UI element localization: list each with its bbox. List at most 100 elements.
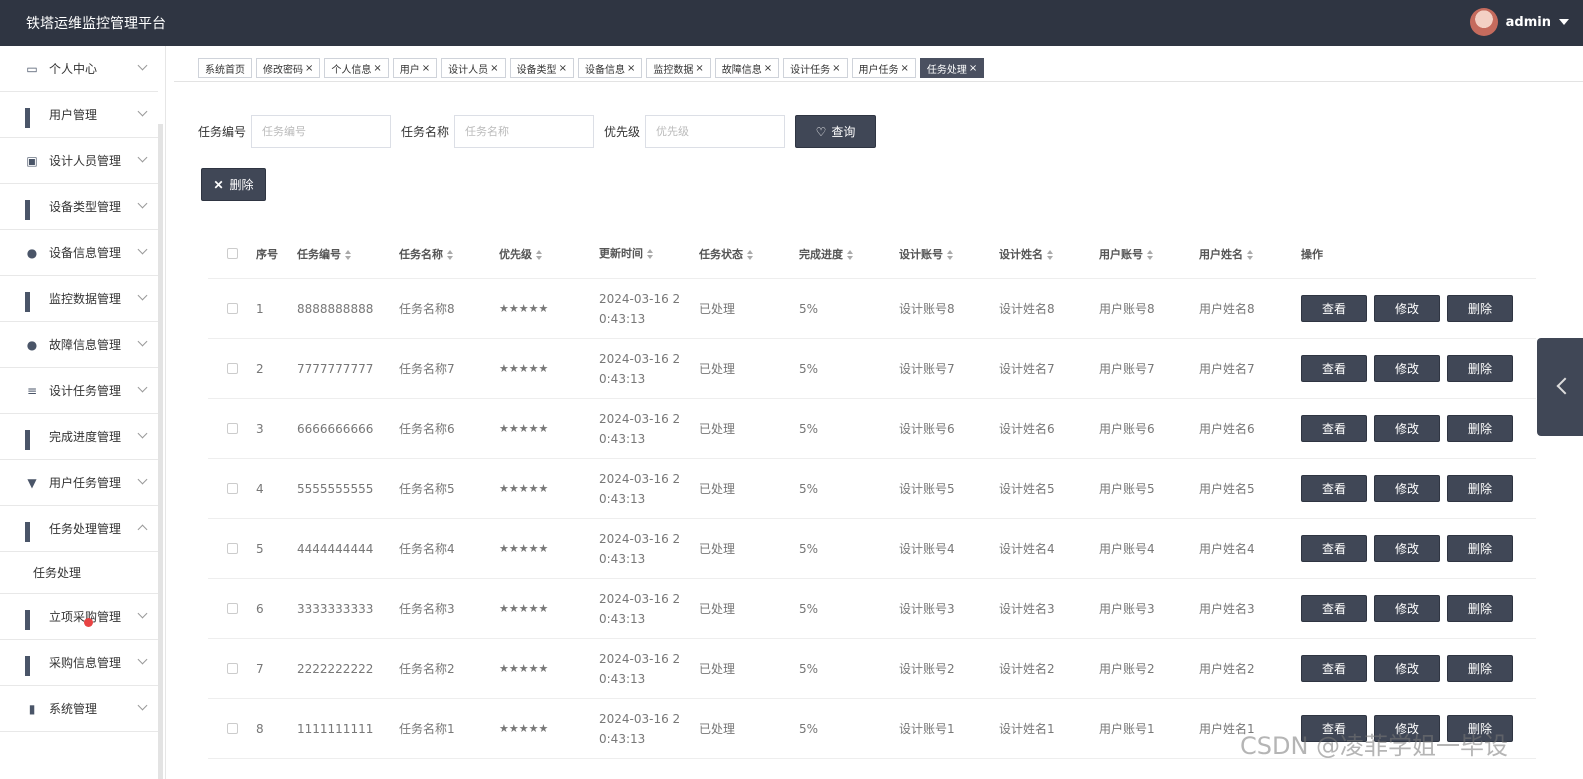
header-priority[interactable]: 优先级 — [499, 246, 599, 262]
tab[interactable]: 任务处理 × — [919, 58, 985, 78]
sort-icon[interactable] — [647, 248, 655, 259]
delete-button[interactable]: 删除 — [1447, 415, 1513, 442]
edit-button[interactable]: 修改 — [1374, 475, 1440, 502]
sort-icon[interactable] — [1147, 249, 1155, 260]
view-button[interactable]: 查看 — [1301, 595, 1367, 622]
row-checkbox[interactable] — [226, 543, 238, 554]
sidebar-item[interactable]: ● 设备信息管理 — [0, 230, 158, 276]
user-menu[interactable]: admin — [1469, 8, 1569, 36]
row-checkbox[interactable] — [226, 723, 238, 734]
edit-button[interactable]: 修改 — [1374, 355, 1440, 382]
tab[interactable]: 设计任务 × — [783, 58, 848, 78]
sort-icon[interactable] — [747, 249, 755, 260]
sidebar-subitem-task-processing[interactable]: 任务处理 — [0, 552, 158, 594]
close-icon[interactable]: × — [627, 63, 635, 74]
close-icon[interactable]: × — [559, 63, 567, 74]
header-user-account[interactable]: 用户账号 — [1099, 246, 1199, 262]
sort-icon[interactable] — [947, 249, 955, 260]
query-button[interactable]: ♡ 查询 — [795, 115, 877, 148]
header-progress[interactable]: 完成进度 — [799, 246, 899, 262]
close-icon[interactable]: × — [901, 63, 909, 74]
delete-button[interactable]: 删除 — [1447, 295, 1513, 322]
sidebar-item[interactable]: ▼ 用户任务管理 — [0, 460, 158, 506]
username[interactable]: admin — [1506, 15, 1551, 30]
delete-button[interactable]: 删除 — [1447, 655, 1513, 682]
sidebar-item[interactable]: 用户管理 — [0, 92, 158, 138]
sidebar-item[interactable]: 设备类型管理 — [0, 184, 158, 230]
tab[interactable]: 监控数据 × — [646, 58, 711, 78]
edit-button[interactable]: 修改 — [1374, 295, 1440, 322]
task-code-input[interactable] — [251, 115, 392, 148]
delete-button[interactable]: 删除 — [1447, 595, 1513, 622]
sidebar-item[interactable]: ▭ 个人中心 — [0, 46, 158, 92]
row-checkbox[interactable] — [226, 663, 238, 674]
tab[interactable]: 系统首页 — [198, 58, 252, 78]
tab[interactable]: 设备类型 × — [509, 58, 574, 78]
sidebar-item[interactable]: 采购信息管理 — [0, 640, 158, 686]
priority-input[interactable] — [645, 115, 786, 148]
header-task-code[interactable]: 任务编号 — [297, 246, 399, 262]
sort-icon[interactable] — [345, 249, 353, 260]
select-all-checkbox[interactable] — [226, 248, 238, 259]
close-icon[interactable]: × — [373, 63, 381, 74]
delete-button[interactable]: 删除 — [1447, 355, 1513, 382]
row-checkbox[interactable] — [226, 363, 238, 374]
sort-icon[interactable] — [847, 249, 855, 260]
close-icon[interactable]: × — [305, 63, 313, 74]
row-checkbox[interactable] — [226, 423, 238, 434]
tab[interactable]: 个人信息 × — [324, 58, 389, 78]
sidebar-item[interactable]: 完成进度管理 — [0, 414, 158, 460]
header-design-name[interactable]: 设计姓名 — [999, 246, 1099, 262]
close-icon[interactable]: × — [695, 63, 703, 74]
batch-delete-button[interactable]: ✕ 删除 — [201, 168, 266, 201]
tab[interactable]: 用户任务 × — [851, 58, 916, 78]
header-status[interactable]: 任务状态 — [699, 246, 799, 262]
close-icon[interactable]: × — [832, 63, 840, 74]
edit-button[interactable]: 修改 — [1374, 415, 1440, 442]
close-icon[interactable]: × — [490, 63, 498, 74]
sidebar-item[interactable]: 立项采购管理 — [0, 594, 158, 640]
view-button[interactable]: 查看 — [1301, 535, 1367, 562]
sidebar-item[interactable]: 任务处理管理 — [0, 506, 158, 552]
edit-button[interactable]: 修改 — [1374, 535, 1440, 562]
close-icon[interactable]: × — [764, 63, 772, 74]
header-user-name[interactable]: 用户姓名 — [1199, 246, 1299, 262]
row-checkbox[interactable] — [226, 483, 238, 494]
header-task-name[interactable]: 任务名称 — [399, 246, 499, 262]
edit-button[interactable]: 修改 — [1374, 655, 1440, 682]
sidebar-item[interactable]: ▮ 系统管理 — [0, 686, 158, 732]
sidebar-item[interactable]: ≡ 设计任务管理 — [0, 368, 158, 414]
view-button[interactable]: 查看 — [1301, 475, 1367, 502]
sidebar-item[interactable]: 监控数据管理 — [0, 276, 158, 322]
header-update-time[interactable]: 更新时间 — [599, 244, 699, 264]
tab[interactable]: 故障信息 × — [714, 58, 780, 78]
tab[interactable]: 设备信息 × — [577, 58, 643, 78]
cell-task-name: 任务名称2 — [399, 662, 455, 676]
row-checkbox[interactable] — [226, 303, 238, 314]
close-icon[interactable]: × — [422, 63, 430, 74]
close-icon[interactable]: × — [969, 63, 977, 74]
sort-icon[interactable] — [1247, 249, 1255, 260]
view-button[interactable]: 查看 — [1301, 295, 1367, 322]
sidebar-scrollbar[interactable] — [158, 124, 163, 779]
view-button[interactable]: 查看 — [1301, 415, 1367, 442]
collapse-panel-button[interactable] — [1537, 338, 1583, 436]
delete-button[interactable]: 删除 — [1447, 535, 1513, 562]
caret-down-icon[interactable] — [1559, 19, 1569, 25]
edit-button[interactable]: 修改 — [1374, 595, 1440, 622]
tab[interactable]: 设计人员 × — [441, 58, 506, 78]
sort-icon[interactable] — [1047, 249, 1055, 260]
view-button[interactable]: 查看 — [1301, 355, 1367, 382]
avatar[interactable] — [1469, 8, 1498, 36]
header-design-account[interactable]: 设计账号 — [899, 246, 999, 262]
row-checkbox[interactable] — [226, 603, 238, 614]
sort-icon[interactable] — [536, 249, 544, 260]
task-name-input[interactable] — [454, 115, 595, 148]
view-button[interactable]: 查看 — [1301, 655, 1367, 682]
sort-icon[interactable] — [447, 249, 455, 260]
sidebar-item[interactable]: ● 故障信息管理 — [0, 322, 158, 368]
tab[interactable]: 修改密码 × — [256, 58, 321, 78]
delete-button[interactable]: 删除 — [1447, 475, 1513, 502]
sidebar-item[interactable]: ▣ 设计人员管理 — [0, 138, 158, 184]
tab[interactable]: 用户 × — [392, 58, 438, 78]
